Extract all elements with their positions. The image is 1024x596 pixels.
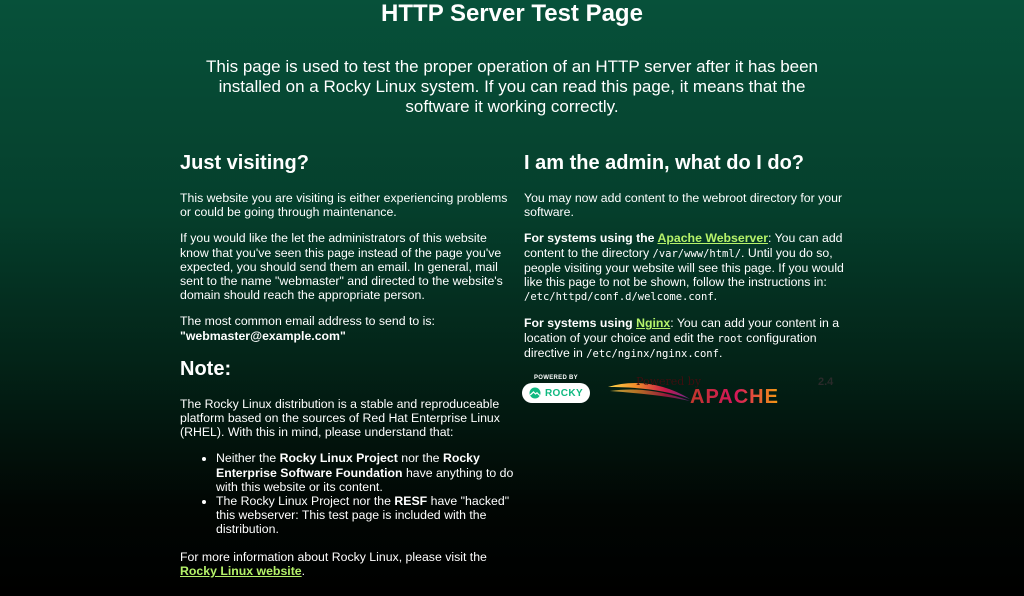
right-column: I am the admin, what do I do? You may no… — [524, 150, 860, 361]
list-item: The Rocky Linux Project nor the RESF hav… — [216, 494, 516, 537]
more-info-end: . — [301, 563, 306, 578]
li1-bold-1: Rocky Linux Project — [279, 451, 398, 466]
note-heading: Note: — [180, 357, 232, 380]
apache-version-text: 2.4 — [818, 376, 834, 388]
powered-by-rocky-badge[interactable]: POWERED BY ROCKY — [522, 375, 590, 405]
rocky-linux-website-link[interactable]: Rocky Linux website — [180, 564, 302, 578]
apache-text-3: . — [713, 289, 718, 304]
rocky-powered-label: POWERED BY — [533, 375, 578, 381]
apache-webserver-link[interactable]: Apache Webserver — [657, 231, 768, 245]
visiting-paragraph-2: If you would like the let the administra… — [180, 231, 503, 303]
note-paragraph: The Rocky Linux distribution is a stable… — [180, 396, 500, 440]
webmaster-email: "webmaster@example.com" — [180, 328, 346, 343]
apache-code-welcome-conf: /etc/httpd/conf.d/welcome.conf — [524, 291, 714, 304]
list-item: Neither the Rocky Linux Project nor the … — [216, 451, 516, 494]
apache-lead: For systems using the — [524, 231, 658, 246]
powered-by-apache-badge[interactable]: Powered by 2.4 APACHE — [606, 375, 840, 407]
page-title: HTTP Server Test Page — [381, 0, 643, 27]
nginx-code-conf: /etc/nginx/nginx.conf — [586, 347, 719, 360]
more-info-paragraph: For more information about Rocky Linux, … — [180, 550, 516, 578]
admin-heading: I am the admin, what do I do? — [524, 152, 805, 174]
apache-paragraph: For systems using the Apache Webserver: … — [524, 231, 860, 304]
nginx-code-root: root — [717, 332, 743, 345]
email-intro-text: The most common email address to send to… — [180, 314, 435, 329]
intro-text: This page is used to test the proper ope… — [205, 57, 819, 116]
nginx-lead: For systems using — [524, 316, 637, 331]
rocky-logo-icon — [529, 387, 541, 399]
visiting-paragraph-1: This website you are visiting is either … — [180, 191, 508, 220]
rocky-wordmark: ROCKY — [544, 387, 584, 399]
li1-text-2: nor the — [397, 451, 443, 466]
powered-by-badges: POWERED BY ROCKY Powered by 2.4 APACHE — [522, 375, 842, 407]
visiting-paragraph-3: The most common email address to send to… — [180, 314, 516, 342]
li2-text-1: The Rocky Linux Project nor the — [216, 494, 395, 509]
visiting-heading: Just visiting? — [180, 152, 309, 174]
apache-word-text: APACHE — [690, 386, 779, 407]
apache-code-webroot: /var/www/html/ — [652, 247, 742, 260]
li2-bold-1: RESF — [394, 494, 428, 509]
note-list: Neither the Rocky Linux Project nor the … — [180, 451, 516, 536]
more-info-text: For more information about Rocky Linux, … — [180, 549, 487, 564]
nginx-text-3: . — [718, 345, 723, 360]
rocky-pill: ROCKY — [522, 383, 590, 403]
li1-text-1: Neither the — [216, 451, 280, 466]
nginx-paragraph: For systems using Nginx: You can add you… — [524, 316, 860, 361]
nginx-link[interactable]: Nginx — [636, 316, 670, 330]
left-column: Just visiting? This website you are visi… — [180, 150, 516, 578]
admin-paragraph-1: You may now add content to the webroot d… — [524, 191, 843, 220]
